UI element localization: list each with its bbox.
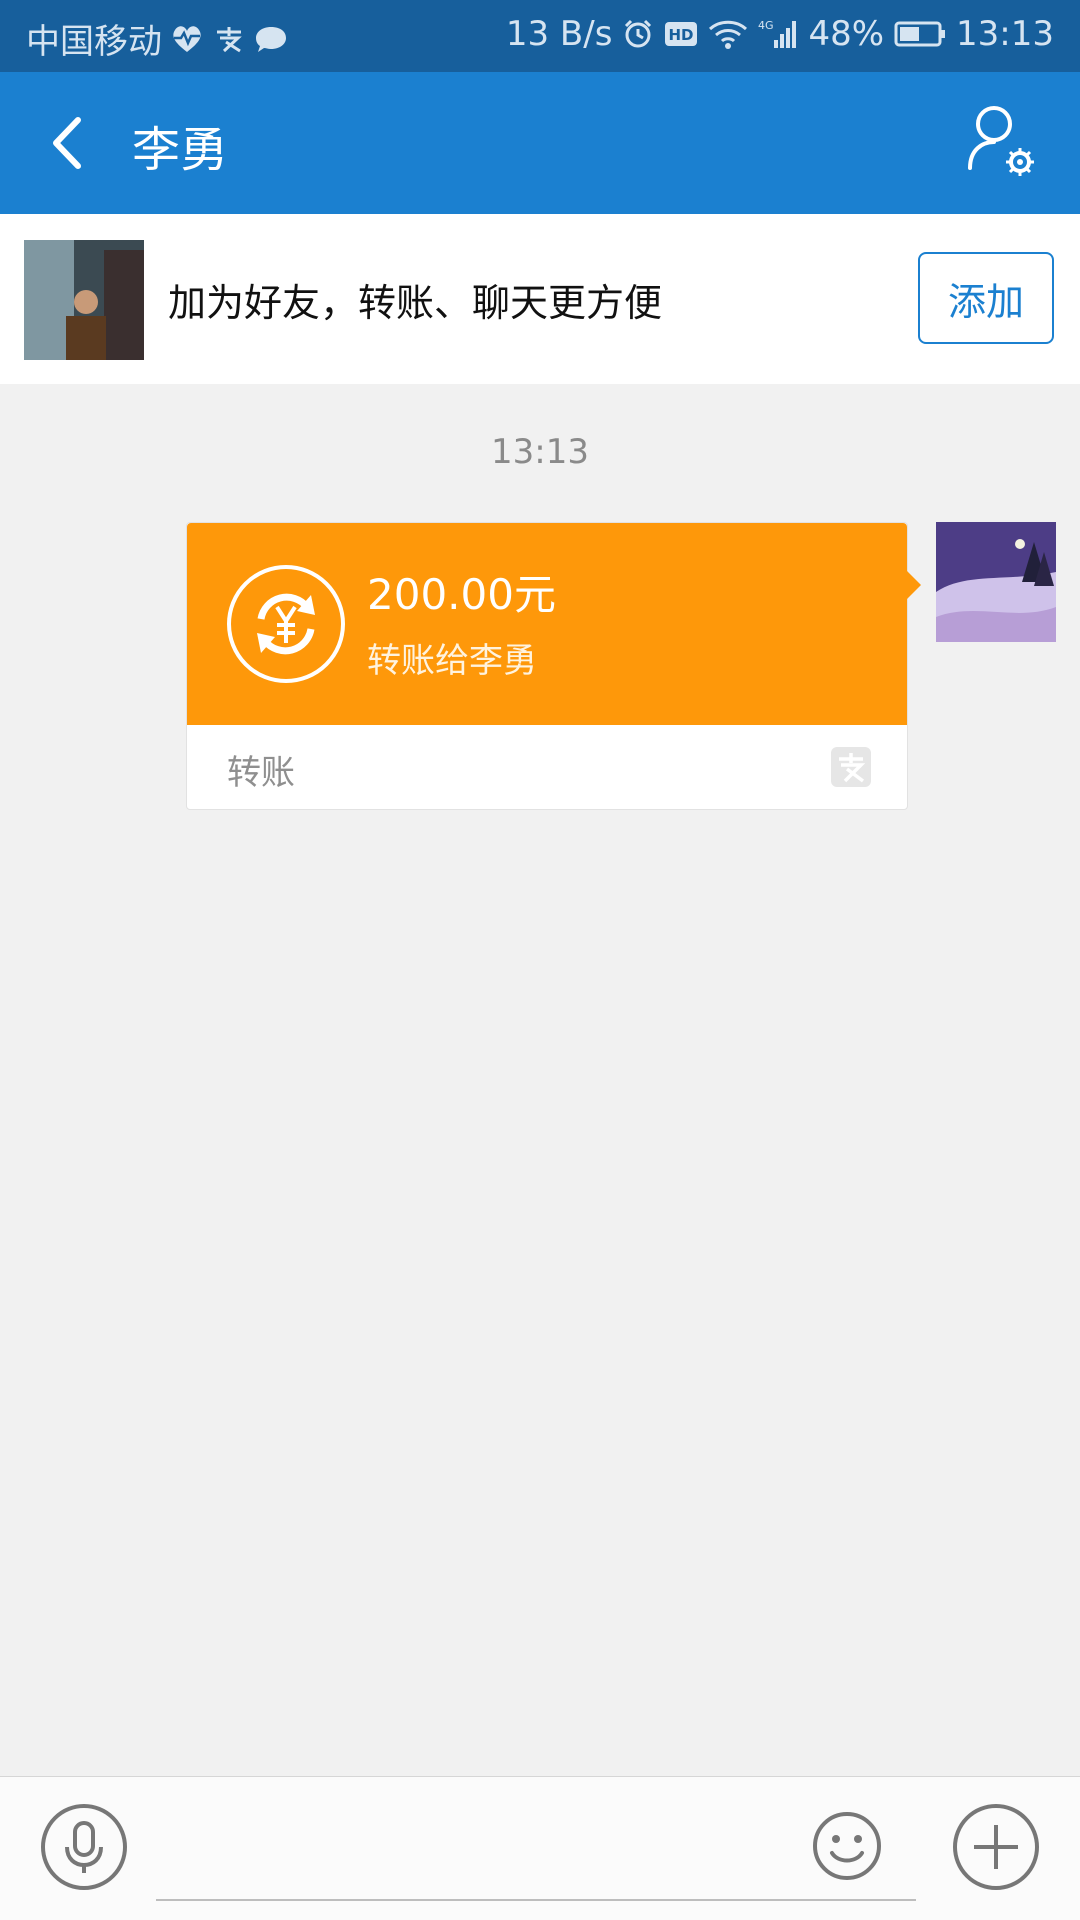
emoji-icon[interactable] [812, 1811, 882, 1881]
add-friend-banner: 加为好友，转账、聊天更方便 添加 [0, 214, 1080, 384]
transfer-card[interactable]: 200.00元 转账给李勇 转账 [186, 522, 921, 811]
transfer-type-label: 转账 [227, 753, 295, 793]
add-friend-message: 加为好友，转账、聊天更方便 [168, 281, 663, 325]
contact-avatar[interactable] [24, 240, 144, 360]
heart-rate-icon [173, 25, 201, 52]
wifi-icon [709, 20, 748, 49]
chat-input-bar [0, 1776, 1080, 1920]
message-timestamp: 13:13 [491, 432, 589, 472]
carrier-name: 中国移动 [26, 22, 162, 62]
message-input[interactable] [156, 1799, 916, 1901]
my-avatar[interactable] [936, 522, 1056, 642]
4g-signal-icon: 4G [758, 19, 797, 48]
plus-icon[interactable] [952, 1803, 1040, 1891]
hd-icon: HD [665, 22, 698, 46]
status-bar: 中国移动 13 B/s HD 4G 48% 13:13 [0, 0, 1080, 72]
status-left: 中国移动 [26, 14, 288, 63]
alarm-icon [625, 19, 652, 48]
status-time: 13:13 [956, 14, 1054, 54]
transfer-card-footer: 转账 [187, 725, 907, 811]
add-friend-button[interactable]: 添加 [918, 252, 1054, 344]
transfer-amount: 200.00元 [367, 570, 556, 619]
battery-icon [894, 21, 946, 47]
alipay-icon [831, 747, 871, 787]
yuan-transfer-icon [227, 565, 345, 683]
net-speed: 13 B/s [505, 14, 613, 54]
message-icon [256, 26, 286, 52]
alipay-icon [217, 26, 242, 52]
battery-percent: 48% [808, 14, 885, 54]
title-bar: 李勇 [0, 72, 1080, 214]
transfer-card-header: 200.00元 转账给李勇 [187, 523, 921, 725]
bubble-tail [907, 571, 921, 599]
user-settings-icon[interactable] [962, 98, 1042, 188]
status-right: 13 B/s HD 4G 48% 13:13 [506, 14, 1054, 54]
svg-text:4G: 4G [758, 19, 774, 32]
svg-text:HD: HD [669, 26, 694, 44]
transfer-description: 转账给李勇 [367, 641, 537, 681]
microphone-icon[interactable] [40, 1803, 128, 1891]
back-arrow-icon[interactable] [36, 108, 106, 178]
page-title: 李勇 [132, 122, 229, 178]
